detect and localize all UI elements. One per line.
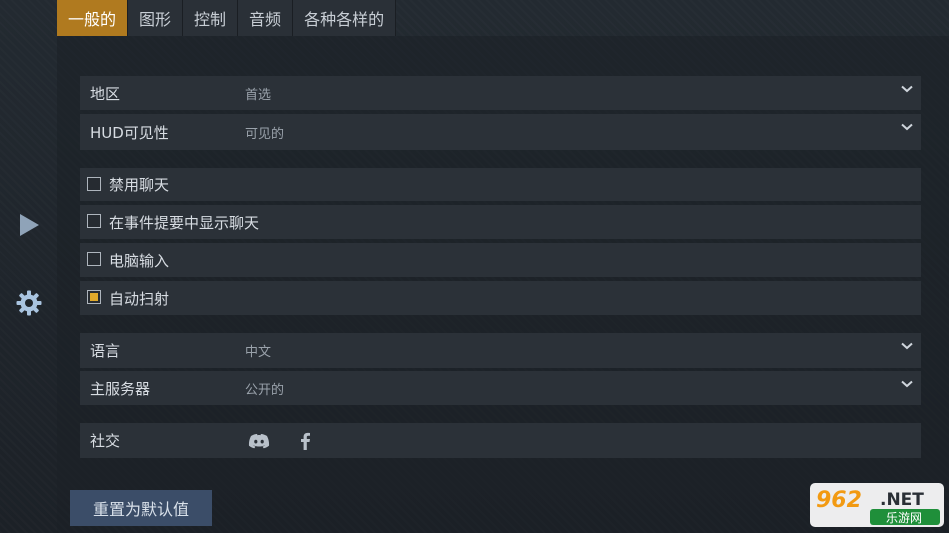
tab-misc[interactable]: 各种各样的 — [293, 0, 397, 36]
checkbox[interactable] — [87, 252, 101, 266]
chevron-down-icon[interactable] — [899, 120, 915, 134]
hud-value: 可见的 — [245, 126, 285, 142]
language-dropdown[interactable]: 语言 中文 — [80, 333, 921, 368]
server-label: 主服务器 — [90, 379, 151, 398]
chevron-down-icon[interactable] — [899, 82, 915, 96]
play-icon — [16, 211, 42, 243]
region-value: 首选 — [245, 87, 272, 103]
checkbox-row-disable-chat[interactable]: 禁用聊天 — [80, 168, 921, 201]
checkbox-label: 自动扫射 — [109, 289, 170, 308]
social-row: 社交 — [80, 423, 921, 458]
chevron-down-icon[interactable] — [899, 339, 915, 353]
settings-screen: 一般的 图形 控制 音频 各种各样的 地区 首选 HUD可见性 可见的 禁用聊天… — [0, 0, 949, 533]
checkbox-row-auto-fire[interactable]: 自动扫射 — [80, 281, 921, 315]
checkbox-label: 禁用聊天 — [109, 176, 170, 194]
tab-general[interactable]: 一般的 — [57, 0, 129, 36]
checkbox-checked[interactable] — [87, 290, 101, 304]
social-label: 社交 — [90, 432, 121, 450]
language-value: 中文 — [245, 345, 272, 360]
hud-label: HUD可见性 — [90, 123, 169, 142]
main-server-dropdown[interactable]: 主服务器 公开的 — [80, 371, 921, 405]
settings-button[interactable] — [12, 288, 46, 322]
svg-text:乐游网: 乐游网 — [886, 511, 922, 525]
reset-defaults-button[interactable]: 重置为默认值 — [70, 490, 212, 526]
checkbox[interactable] — [87, 214, 101, 228]
facebook-icon[interactable] — [294, 431, 316, 451]
site-watermark-logo: 962 .NET 乐游网 — [810, 481, 944, 529]
tab-bar: 一般的 图形 控制 音频 各种各样的 — [57, 0, 397, 36]
discord-icon[interactable] — [248, 431, 270, 451]
play-button[interactable] — [12, 210, 46, 244]
sidebar — [0, 0, 57, 533]
checkbox-label: 在事件提要中显示聊天 — [109, 213, 260, 232]
tab-graphics[interactable]: 图形 — [128, 0, 184, 36]
language-label: 语言 — [90, 342, 121, 360]
checkbox-label: 电脑输入 — [109, 251, 170, 270]
svg-text:.NET: .NET — [880, 490, 924, 510]
checkbox-row-show-chat-feed[interactable]: 在事件提要中显示聊天 — [80, 205, 921, 239]
checkbox[interactable] — [87, 176, 101, 191]
tab-audio[interactable]: 音频 — [238, 0, 294, 36]
svg-text:962: 962 — [816, 488, 862, 513]
hud-visibility-dropdown[interactable]: HUD可见性 可见的 — [80, 114, 921, 150]
gear-icon — [15, 289, 43, 321]
checkbox-row-pc-input[interactable]: 电脑输入 — [80, 243, 921, 277]
tab-controls[interactable]: 控制 — [183, 0, 239, 36]
chevron-down-icon[interactable] — [899, 377, 915, 391]
region-dropdown[interactable]: 地区 首选 — [80, 76, 921, 110]
region-label: 地区 — [90, 84, 121, 103]
server-value: 公开的 — [245, 382, 285, 398]
